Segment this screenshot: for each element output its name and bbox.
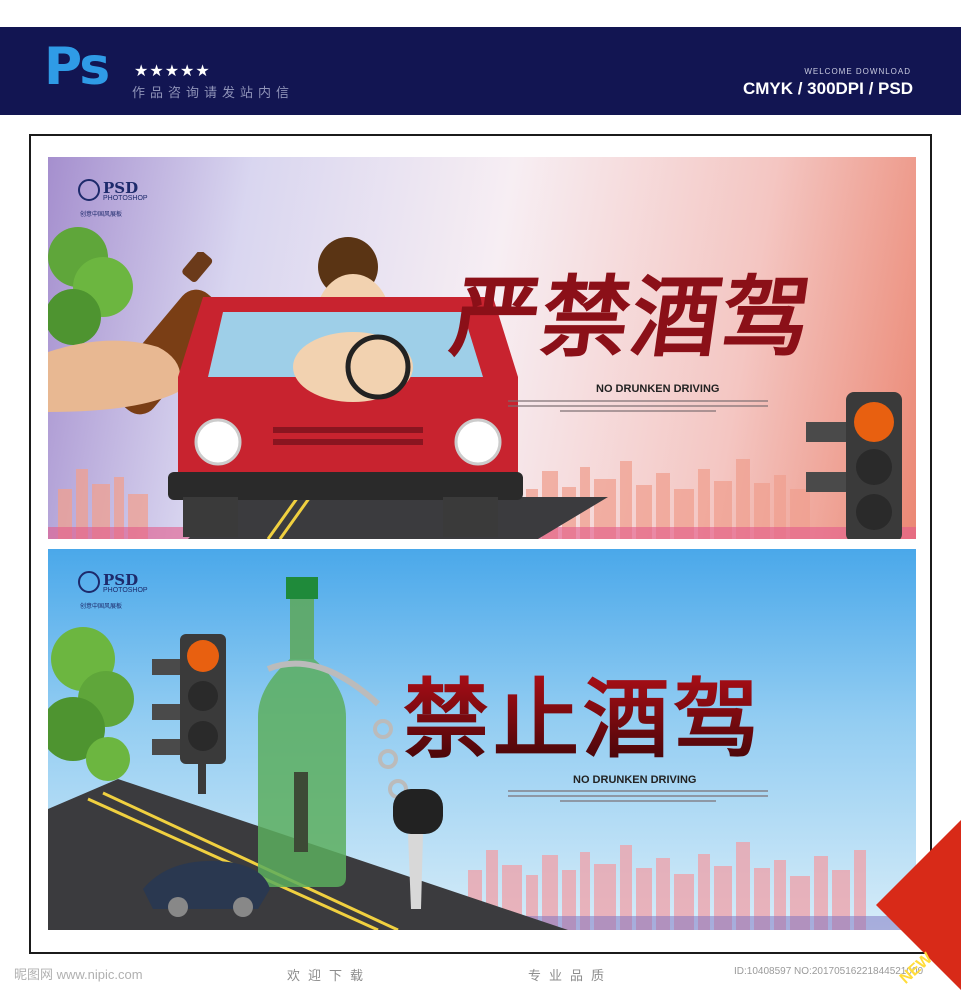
fine-print bbox=[508, 787, 768, 805]
banner-title: 禁止酒驾 bbox=[403, 649, 763, 774]
footer-left-text: 欢迎下载 bbox=[287, 968, 372, 983]
file-specs: CMYK / 300DPI / PSD bbox=[742, 79, 913, 98]
car-key bbox=[393, 789, 443, 909]
image-id: ID:10408597 NO:20170516221844521000 bbox=[734, 966, 924, 977]
rating-stars: ★★★★★ bbox=[134, 63, 211, 80]
welcome-text: WELCOME DOWNLOAD bbox=[804, 67, 911, 76]
tree bbox=[48, 627, 134, 781]
banner-top: PSD PHOTOSHOP 创意中国风展板 严禁酒驾 NO DRUNKEN DR… bbox=[48, 157, 916, 539]
banner-title: 严禁酒驾 bbox=[444, 265, 820, 369]
new-badge: NEW bbox=[896, 949, 936, 988]
header-bar: Ps ★★★★★ 作品咨询请发站内信 WELCOME DOWNLOAD CMYK… bbox=[0, 27, 961, 115]
fine-print bbox=[508, 397, 768, 415]
watermark: 昵图网 www.nipic.com bbox=[14, 967, 143, 982]
tagline: 作品咨询请发站内信 bbox=[132, 85, 295, 100]
photoshop-logo: Ps bbox=[44, 37, 110, 97]
traffic-light bbox=[152, 634, 226, 794]
footer-right-text: 专业品质 bbox=[528, 968, 613, 983]
psd-emblem-icon bbox=[78, 179, 100, 201]
banner-subtitle: NO DRUNKEN DRIVING bbox=[596, 383, 720, 395]
banner-subtitle: NO DRUNKEN DRIVING bbox=[573, 774, 697, 786]
overturned-car bbox=[143, 860, 270, 917]
banner-bottom: PSD PHOTOSHOP 创意中国风展板 禁止酒驾 NO DRUNKEN DR… bbox=[48, 549, 916, 930]
traffic-light bbox=[806, 392, 902, 539]
psd-emblem-icon bbox=[78, 571, 100, 593]
